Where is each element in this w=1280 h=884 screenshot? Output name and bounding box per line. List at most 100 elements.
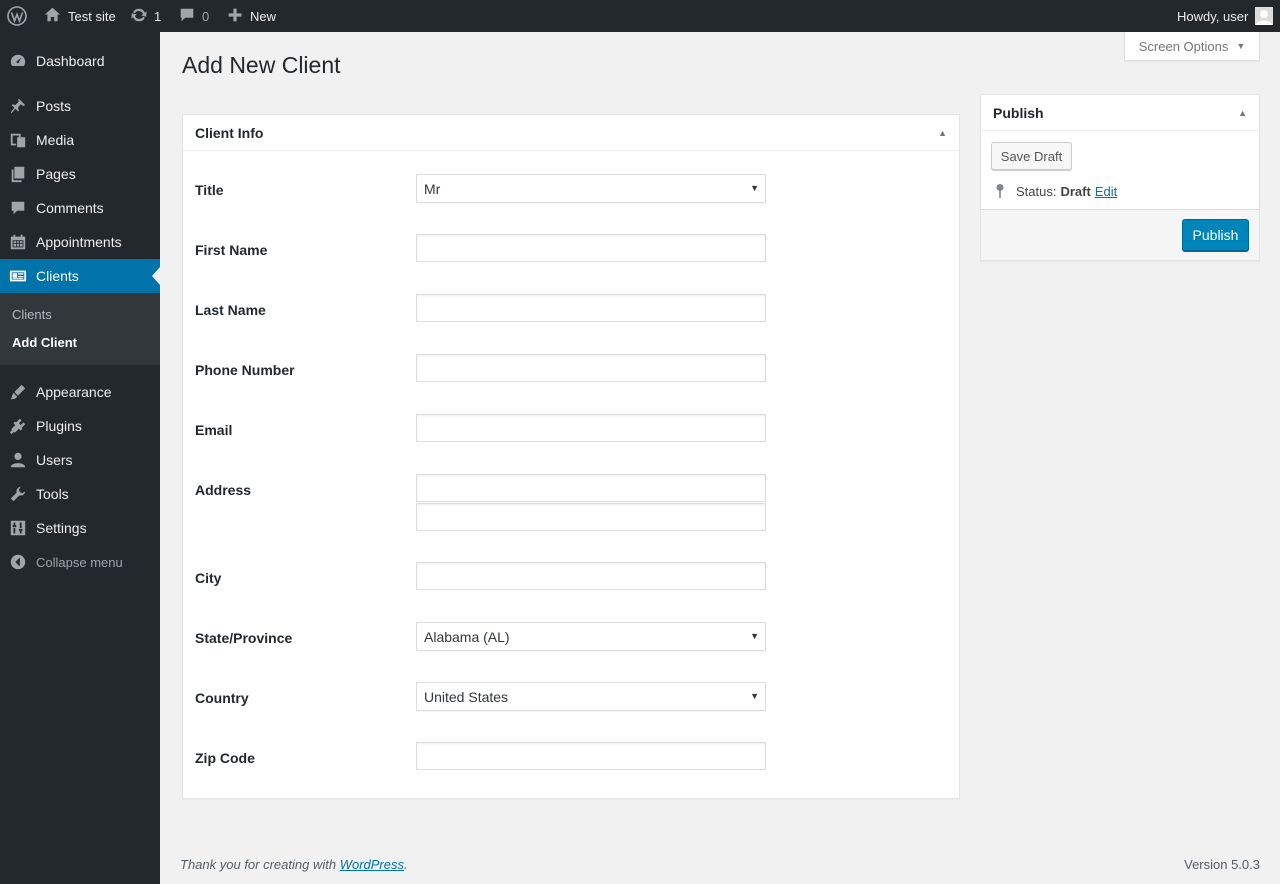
status-label: Status: <box>1016 183 1057 199</box>
address-line-1-input[interactable] <box>416 474 766 502</box>
footer-thanks-suffix: . <box>404 857 408 872</box>
sidebar-item-label: Posts <box>36 98 72 114</box>
page-title: Add New Client <box>182 52 341 78</box>
zip-code-label: Zip Code <box>195 750 255 766</box>
client-info-header[interactable]: Client Info <box>183 115 959 151</box>
address-line-2-input[interactable] <box>416 503 766 531</box>
wrench-icon <box>9 485 27 503</box>
dropdown-arrow-icon: ▼ <box>750 183 759 193</box>
title-select[interactable]: Mr ▼ <box>416 174 766 203</box>
collapse-menu-label: Collapse menu <box>36 554 123 570</box>
collapse-arrow-icon <box>9 553 27 571</box>
publish-header[interactable]: Publish <box>981 95 1259 131</box>
status-value: Draft <box>1060 183 1091 199</box>
footer-thanks-text: Thank you for creating with <box>180 857 337 872</box>
id-card-icon <box>9 267 27 285</box>
user-icon <box>9 451 27 469</box>
country-select-value: United States <box>424 688 509 705</box>
calendar-icon <box>9 233 27 251</box>
site-name-link[interactable]: Test site <box>44 0 116 32</box>
email-input[interactable] <box>416 414 766 442</box>
updates-count: 1 <box>154 8 162 24</box>
submenu-item-clients[interactable]: Clients <box>12 307 52 322</box>
sidebar-item-tools[interactable]: Tools <box>0 477 160 511</box>
first-name-input[interactable] <box>416 234 766 262</box>
sidebar-item-label: Appearance <box>36 384 112 400</box>
phone-number-input[interactable] <box>416 354 766 382</box>
save-draft-label: Save Draft <box>1000 148 1063 164</box>
submenu-item-add-client[interactable]: Add Client <box>12 335 77 350</box>
sidebar-item-label: Pages <box>36 166 76 182</box>
state-select[interactable]: Alabama (AL) ▼ <box>416 622 766 651</box>
publish-button-label: Publish <box>1192 227 1239 243</box>
state-select-value: Alabama (AL) <box>424 628 510 645</box>
wordpress-link[interactable]: WordPress <box>340 857 404 872</box>
refresh-icon <box>130 6 148 27</box>
footer-thanks: Thank you for creating with WordPress. <box>180 857 408 872</box>
sidebar-item-label: Tools <box>36 486 69 502</box>
collapse-toggle-icon[interactable]: ▲ <box>938 128 947 138</box>
new-label: New <box>250 8 277 24</box>
client-info-box: Client Info ▲ Title Mr ▼ First Name Last… <box>182 114 960 799</box>
caret-down-icon: ▼ <box>1236 41 1246 51</box>
sliders-icon <box>9 519 27 537</box>
title-label: Title <box>195 182 224 198</box>
account-link[interactable]: Howdy, user <box>1177 0 1274 32</box>
first-name-label: First Name <box>195 242 268 258</box>
pin-icon <box>995 183 1005 199</box>
last-name-input[interactable] <box>416 294 766 322</box>
clients-submenu: Clients Add Client <box>0 293 160 365</box>
comments-link[interactable]: 0 <box>178 0 209 32</box>
address-label: Address <box>195 482 252 498</box>
home-icon <box>44 6 61 26</box>
sidebar-item-appearance[interactable]: Appearance <box>0 375 160 409</box>
brush-icon <box>9 383 27 401</box>
zip-code-input[interactable] <box>416 742 766 770</box>
collapse-menu-button[interactable]: Collapse menu <box>0 545 160 579</box>
sidebar-item-clients[interactable]: Clients <box>0 259 160 293</box>
sidebar-item-media[interactable]: Media <box>0 123 160 157</box>
sidebar-item-users[interactable]: Users <box>0 443 160 477</box>
country-select[interactable]: United States ▼ <box>416 682 766 711</box>
title-select-value: Mr <box>424 180 441 197</box>
comment-bubble-icon <box>178 6 196 27</box>
sidebar-item-appointments[interactable]: Appointments <box>0 225 160 259</box>
client-info-heading: Client Info <box>195 124 264 141</box>
sidebar-item-posts[interactable]: Posts <box>0 89 160 123</box>
admin-bar: Test site 1 0 New Howdy, user <box>0 0 1280 32</box>
publish-button[interactable]: Publish <box>1182 219 1249 251</box>
sidebar-item-label: Users <box>36 452 73 468</box>
sidebar-item-comments[interactable]: Comments <box>0 191 160 225</box>
pin-icon <box>9 97 27 115</box>
save-draft-button[interactable]: Save Draft <box>991 142 1072 170</box>
sidebar-item-label: Comments <box>36 200 104 216</box>
screen-options-button[interactable]: Screen Options ▼ <box>1124 32 1260 61</box>
wordpress-logo-icon[interactable] <box>7 0 27 32</box>
sidebar-item-label: Dashboard <box>36 53 105 69</box>
updates-link[interactable]: 1 <box>130 0 161 32</box>
site-name-label: Test site <box>68 8 116 24</box>
admin-sidebar: Dashboard Posts Media Pages Comments App… <box>0 32 160 884</box>
last-name-label: Last Name <box>195 302 266 318</box>
post-status: Status: Draft Edit <box>995 183 1117 199</box>
pages-icon <box>9 165 27 183</box>
city-input[interactable] <box>416 562 766 590</box>
dropdown-arrow-icon: ▼ <box>750 631 759 641</box>
sidebar-item-label: Media <box>36 132 75 148</box>
country-label: Country <box>195 690 249 706</box>
comment-icon <box>9 199 27 217</box>
collapse-toggle-icon[interactable]: ▲ <box>1238 108 1247 118</box>
publish-heading: Publish <box>993 104 1044 121</box>
plug-icon <box>9 417 27 435</box>
sidebar-item-pages[interactable]: Pages <box>0 157 160 191</box>
publish-box: Publish ▲ Save Draft Status: Draft Edit … <box>980 94 1260 261</box>
footer-version: Version 5.0.3 <box>1184 857 1260 872</box>
city-label: City <box>195 570 222 586</box>
media-icon <box>9 131 27 149</box>
sidebar-item-plugins[interactable]: Plugins <box>0 409 160 443</box>
sidebar-item-dashboard[interactable]: Dashboard <box>0 44 160 78</box>
new-content-link[interactable]: New <box>227 0 276 32</box>
sidebar-item-settings[interactable]: Settings <box>0 511 160 545</box>
sidebar-item-label: Clients <box>36 268 79 284</box>
edit-status-link[interactable]: Edit <box>1095 184 1117 199</box>
